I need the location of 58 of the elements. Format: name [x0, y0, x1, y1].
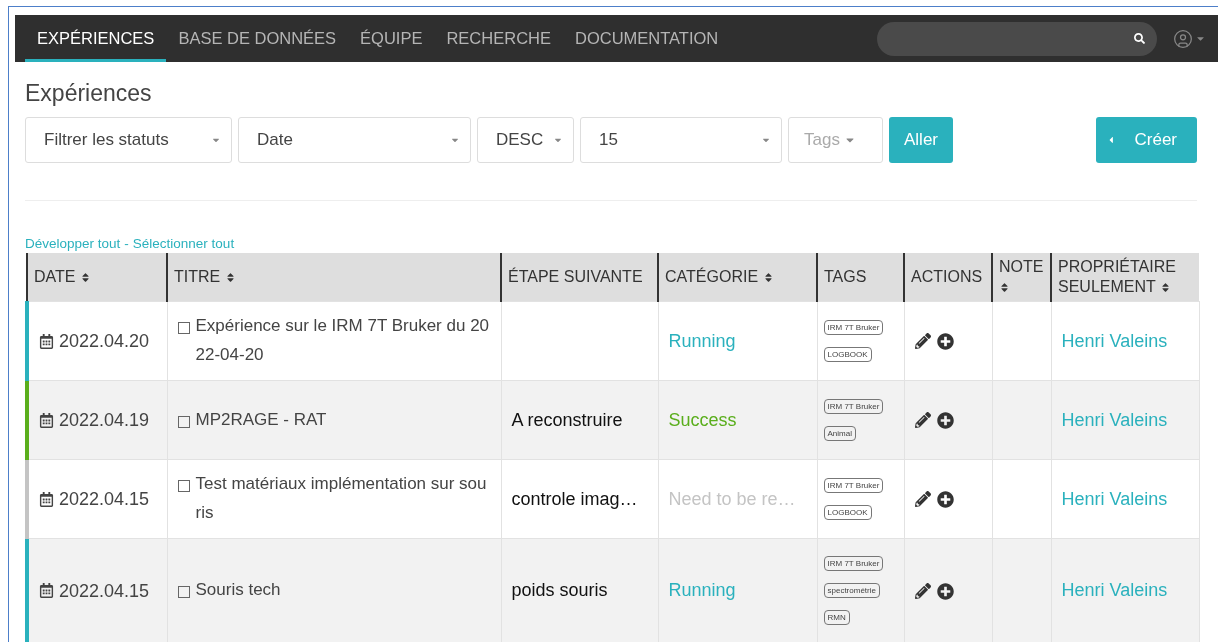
- next-step-text: controle imag…: [511, 488, 638, 509]
- category-text: Success: [668, 409, 737, 430]
- category-text: Running: [668, 580, 736, 600]
- column-header: ACTIONS: [904, 253, 992, 302]
- add-icon[interactable]: [936, 412, 954, 430]
- add-icon[interactable]: [936, 582, 954, 600]
- tag[interactable]: LOGBOOK: [823, 505, 872, 520]
- tag[interactable]: LOGBOOK: [823, 347, 872, 362]
- filter-select[interactable]: DESC: [477, 117, 574, 163]
- search-field[interactable]: [877, 21, 1157, 56]
- column-header[interactable]: TITRE: [167, 253, 501, 302]
- calendar-icon: [39, 583, 54, 599]
- search-icon: [1134, 33, 1145, 44]
- column-header[interactable]: DATE: [27, 253, 167, 302]
- column-header[interactable]: NOTE: [992, 253, 1051, 302]
- nav-tab[interactable]: DOCUMENTATION: [562, 15, 731, 62]
- nav-tab[interactable]: EXPÉRIENCES: [25, 15, 167, 62]
- column-header[interactable]: CATÉGORIE: [658, 253, 817, 302]
- calendar-icon: [39, 333, 54, 349]
- nav-tab[interactable]: ÉQUIPE: [348, 15, 435, 62]
- page-title: Expériences: [25, 80, 153, 107]
- separator: -: [124, 236, 129, 251]
- checkbox[interactable]: [177, 480, 190, 493]
- category-text: Need to be re…: [668, 488, 796, 509]
- filter-select[interactable]: Filtrer les statuts: [25, 117, 232, 163]
- column-header: ÉTAPE SUIVANTE: [501, 253, 658, 302]
- next-step-text: A reconstruire: [511, 409, 623, 430]
- date-text: 2022.04.15: [59, 580, 150, 601]
- add-icon[interactable]: [936, 491, 954, 509]
- add-icon[interactable]: [936, 333, 954, 351]
- column-header[interactable]: PROPRIÉTAIRE SEULEMENT: [1051, 253, 1199, 302]
- edit-icon[interactable]: [914, 333, 931, 350]
- tag[interactable]: IRM 7T Bruker: [823, 478, 884, 493]
- edit-icon[interactable]: [914, 491, 931, 508]
- calendar-icon: [39, 412, 54, 428]
- tag[interactable]: IRM 7T Bruker: [823, 556, 884, 571]
- filter-select[interactable]: Date: [238, 117, 471, 163]
- column-header: TAGS: [817, 253, 904, 302]
- tag[interactable]: Animal: [823, 426, 856, 441]
- tag[interactable]: RMN: [823, 610, 850, 625]
- calendar-icon: [39, 491, 54, 507]
- date-text: 2022.04.15: [59, 488, 150, 509]
- category-text: Running: [668, 330, 736, 351]
- tag[interactable]: IRM 7T Bruker: [823, 399, 884, 414]
- date-text: 2022.04.20: [59, 330, 150, 351]
- checkbox[interactable]: [177, 586, 190, 599]
- user-icon: [1173, 28, 1193, 49]
- checkbox[interactable]: [177, 322, 190, 335]
- nav-tab[interactable]: RECHERCHE: [434, 15, 563, 62]
- tag[interactable]: IRM 7T Bruker: [823, 320, 884, 335]
- checkbox[interactable]: [177, 415, 190, 428]
- date-text: 2022.04.19: [59, 409, 150, 430]
- next-step-text: poids souris: [511, 580, 608, 600]
- nav-tab[interactable]: BASE DE DONNÉES: [166, 15, 349, 62]
- filter-select[interactable]: 15: [580, 117, 782, 163]
- tag[interactable]: spectrométrie: [823, 583, 880, 598]
- edit-icon[interactable]: [914, 582, 931, 599]
- edit-icon[interactable]: [914, 412, 931, 429]
